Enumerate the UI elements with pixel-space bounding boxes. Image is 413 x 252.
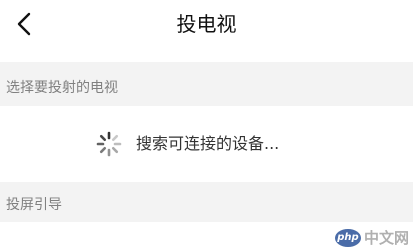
select-tv-section-header: 选择要投射的电视 — [0, 62, 413, 106]
loading-spinner-icon — [96, 131, 122, 157]
guide-section-header: 投屏引导 — [0, 182, 413, 222]
searching-status-text: 搜索可连接的设备... — [136, 134, 280, 153]
device-search-row: 搜索可连接的设备... — [0, 106, 413, 182]
page-title: 投电视 — [176, 12, 237, 36]
php-logo: php — [334, 228, 361, 247]
site-watermark: php 中文网 — [334, 227, 409, 248]
select-tv-section-label: 选择要投射的电视 — [6, 80, 118, 96]
guide-section-label: 投屏引导 — [6, 197, 62, 213]
watermark-text: 中文网 — [363, 229, 409, 247]
top-nav-bar: 投电视 — [0, 0, 413, 62]
